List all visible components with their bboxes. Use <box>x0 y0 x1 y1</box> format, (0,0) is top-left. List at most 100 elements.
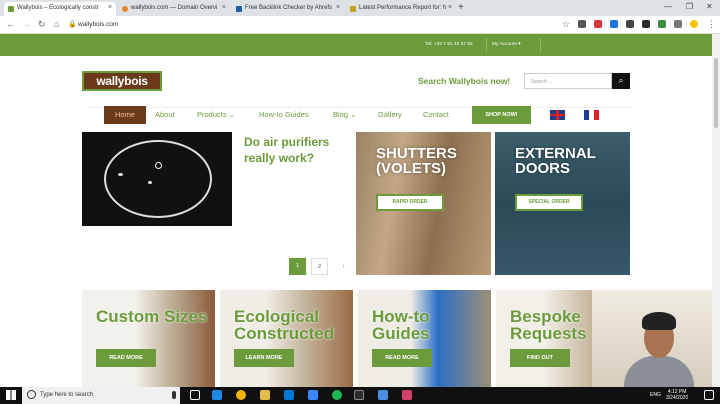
tab-backlink-checker[interactable]: Free Backlink Checker by Ahrefs × <box>232 2 344 16</box>
edge-icon[interactable] <box>212 390 222 400</box>
rapid-order-button[interactable]: RAPID ORDER <box>376 194 444 211</box>
tab-domain-overview[interactable]: wallybois.com — Domain Overvi × <box>118 2 230 16</box>
star-icon[interactable]: ☆ <box>562 19 570 30</box>
tab-wallybois[interactable]: Wallybois – Ecologically constr × <box>4 2 116 16</box>
file-explorer-icon[interactable] <box>260 390 270 400</box>
find-out-button[interactable]: FIND OUT <box>510 349 570 367</box>
read-more-button[interactable]: READ MORE <box>96 349 156 367</box>
url-text: wallybois.com <box>78 21 119 28</box>
extension-icon[interactable] <box>610 20 618 28</box>
menu-item-gallery[interactable]: Gallery <box>378 110 402 119</box>
language-indicator[interactable]: ENG <box>650 392 661 398</box>
url-field[interactable]: 🔒 wallybois.com <box>66 19 566 31</box>
app-icon[interactable] <box>402 390 412 400</box>
uk-flag-icon[interactable] <box>550 110 565 120</box>
close-tab-icon[interactable]: × <box>108 4 112 11</box>
special-order-button[interactable]: SPECIAL ORDER <box>515 194 583 211</box>
tab-title: Free Backlink Checker by Ahrefs <box>245 5 333 11</box>
task-view-icon[interactable] <box>190 390 200 400</box>
close-tab-icon[interactable]: × <box>336 4 340 11</box>
clock[interactable]: 4:12 PM 3/24/2020 <box>666 389 688 401</box>
forward-icon[interactable]: → <box>22 19 31 29</box>
windows-start-icon[interactable] <box>6 390 16 400</box>
menu-item-how-to-guides[interactable]: How-to Guides <box>259 110 309 119</box>
taskbar-search-input[interactable]: Type here to search <box>22 387 180 404</box>
panel-title: EXTERNAL DOORS <box>515 145 596 177</box>
article-image[interactable] <box>82 132 232 226</box>
read-more-button[interactable]: READ MORE <box>372 349 432 367</box>
extension-icon[interactable] <box>642 20 650 28</box>
favicon-icon <box>236 6 242 12</box>
my-account-label: My Account <box>492 42 517 47</box>
minimize-icon[interactable]: — <box>664 2 672 11</box>
maximize-icon[interactable]: ❐ <box>686 2 693 11</box>
person-turban <box>642 312 676 330</box>
menu-item-blog[interactable]: Blog ⌄ <box>333 110 356 119</box>
my-account-link[interactable]: My Account ▾ <box>492 42 521 47</box>
divider <box>486 38 487 52</box>
scrollbar-thumb[interactable] <box>714 58 718 128</box>
person-body <box>624 356 694 388</box>
tab-title: wallybois.com — Domain Overvi <box>131 5 218 11</box>
menu-label: Blog <box>333 110 349 119</box>
article-title[interactable]: Do air purifiers really work? <box>244 134 354 166</box>
card-ecological[interactable]: Ecological Constructed LEARN MORE <box>220 290 353 390</box>
card-title: How-to Guides <box>372 307 430 343</box>
card-title: Custom Sizes <box>96 307 208 326</box>
more-menu-icon[interactable]: ⋮ <box>707 19 716 30</box>
avatar[interactable] <box>690 20 698 28</box>
search-icon: ⌕ <box>618 76 624 85</box>
extension-icon[interactable] <box>594 20 602 28</box>
card-how-to-guides[interactable]: How-to Guides READ MORE <box>358 290 491 390</box>
search-button[interactable]: ⌕ <box>612 73 630 89</box>
page-2-button[interactable]: 2 <box>311 258 328 275</box>
tab-performance-report[interactable]: Latest Performance Report for: h × <box>346 2 456 16</box>
panel-title: SHUTTERS (VOLETS) <box>376 145 457 177</box>
close-window-icon[interactable]: ✕ <box>706 2 713 11</box>
doors-panel[interactable]: EXTERNAL DOORS SPECIAL ORDER <box>495 132 630 275</box>
lock-icon: 🔒 <box>68 21 77 28</box>
site-top-bar: Tel: +33 7 81 45 37 82 My Account ▾ <box>0 34 712 56</box>
card-custom-sizes[interactable]: Custom Sizes READ MORE <box>82 290 215 390</box>
light-dot <box>148 181 152 184</box>
menu-item-home[interactable]: Home <box>104 106 146 124</box>
page-1-button[interactable]: 1 <box>289 258 306 275</box>
menu-item-contact[interactable]: Contact <box>423 110 449 119</box>
learn-more-button[interactable]: LEARN MORE <box>234 349 294 367</box>
phone-number: Tel: +33 7 81 45 37 82 <box>425 42 473 47</box>
search-input[interactable]: Search ... <box>524 73 612 89</box>
extension-icon[interactable] <box>626 20 634 28</box>
light-dot <box>118 173 123 176</box>
new-tab-button[interactable]: + <box>458 2 464 13</box>
menu-item-products[interactable]: Products ⌄ <box>197 110 235 119</box>
shop-now-button[interactable]: SHOP NOW! <box>472 106 531 124</box>
shutters-panel[interactable]: SHUTTERS (VOLETS) RAPID ORDER <box>356 132 491 275</box>
card-bespoke[interactable]: Bespoke Requests FIND OUT <box>496 290 592 390</box>
extension-icon[interactable] <box>578 20 586 28</box>
extension-icon[interactable] <box>674 20 682 28</box>
back-icon[interactable]: ← <box>6 19 15 29</box>
chevron-down-icon: ⌄ <box>350 110 357 119</box>
app-icon[interactable] <box>308 390 318 400</box>
notification-icon[interactable] <box>704 390 714 400</box>
app-icon[interactable] <box>354 390 364 400</box>
vscode-icon[interactable] <box>284 390 294 400</box>
close-tab-icon[interactable]: × <box>222 4 226 11</box>
card-title: Bespoke Requests <box>510 307 587 343</box>
close-tab-icon[interactable]: × <box>448 4 452 11</box>
spotify-icon[interactable] <box>332 390 342 400</box>
microphone-icon[interactable] <box>172 391 176 399</box>
site-logo[interactable]: wallybois <box>82 71 162 91</box>
menu-label: Products <box>197 110 227 119</box>
clock-date: 3/24/2020 <box>666 395 689 401</box>
france-flag-icon[interactable] <box>584 110 599 120</box>
chrome-icon[interactable] <box>236 390 246 400</box>
menu-item-about[interactable]: About <box>155 110 175 119</box>
next-page-button[interactable]: › <box>335 258 352 275</box>
home-icon[interactable]: ⌂ <box>54 19 59 29</box>
extension-icon[interactable] <box>658 20 666 28</box>
favicon-icon <box>122 6 128 12</box>
address-bar-row: ← → ↻ ⌂ 🔒 wallybois.com ☆ ⋮ <box>0 16 720 34</box>
app-icon[interactable] <box>378 390 388 400</box>
reload-icon[interactable]: ↻ <box>38 19 46 30</box>
